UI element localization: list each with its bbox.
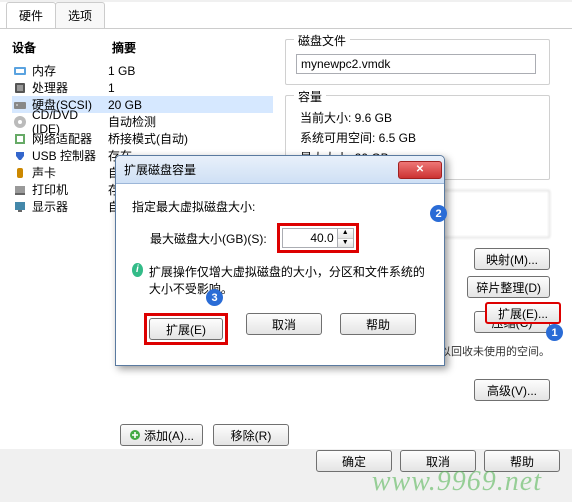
device-icon xyxy=(12,114,28,130)
badge-1: 1 xyxy=(546,324,563,341)
add-hw-button[interactable]: 添加(A)... xyxy=(120,424,203,446)
dialog-cancel-button[interactable]: 取消 xyxy=(246,313,322,335)
diskfile-title: 磁盘文件 xyxy=(294,32,350,49)
device-summary: 1 GB xyxy=(108,64,135,78)
extend-dialog: 扩展磁盘容量 ✕ 指定最大虚拟磁盘大小: 最大磁盘大小(GB)(S): ▲▼ i… xyxy=(115,155,445,366)
dialog-spec-label: 指定最大虚拟磁盘大小: xyxy=(132,198,428,215)
dialog-info-text: 扩展操作仅增大虚拟磁盘的大小，分区和文件系统的大小不受影响。 xyxy=(149,263,428,297)
device-name: 网络适配器 xyxy=(32,130,92,147)
device-icon xyxy=(12,148,28,164)
capacity-free: 系统可用空间: 6.5 GB xyxy=(300,129,535,146)
device-icon xyxy=(12,63,28,79)
device-name: 打印机 xyxy=(32,181,68,198)
defrag-button[interactable]: 碎片整理(D) xyxy=(467,276,550,298)
size-spinner[interactable]: ▲▼ xyxy=(338,228,354,248)
add-icon xyxy=(129,429,141,441)
diskfile-group: 磁盘文件 xyxy=(285,39,550,85)
col-summary: 摘要 xyxy=(112,39,136,56)
tab-bar: 硬件 选项 xyxy=(0,2,572,29)
hw-add-remove: 添加(A)... 移除(R) xyxy=(120,424,289,446)
device-row[interactable]: 网络适配器桥接模式(自动) xyxy=(12,130,273,147)
device-icon xyxy=(12,165,28,181)
capacity-current: 当前大小: 9.6 GB xyxy=(300,109,535,126)
size-input-highlight: ▲▼ xyxy=(277,223,359,253)
device-name: 声卡 xyxy=(32,164,56,181)
device-icon xyxy=(12,131,28,147)
device-summary: 20 GB xyxy=(108,98,142,112)
device-icon xyxy=(12,80,28,96)
dialog-titlebar[interactable]: 扩展磁盘容量 ✕ xyxy=(116,156,444,184)
extend-btn-highlight: 扩展(E) xyxy=(144,313,228,345)
extend-button[interactable]: 扩展(E)... xyxy=(485,302,561,324)
size-input[interactable] xyxy=(282,228,338,248)
dialog-title: 扩展磁盘容量 xyxy=(124,161,398,178)
close-icon[interactable]: ✕ xyxy=(398,161,442,179)
dialog-help-button[interactable]: 帮助 xyxy=(340,313,416,335)
device-row[interactable]: 处理器 1 xyxy=(12,79,273,96)
badge-2: 2 xyxy=(430,205,447,222)
badge-3: 3 xyxy=(206,289,223,306)
advanced-button[interactable]: 高级(V)... xyxy=(474,379,550,401)
device-summary: 桥接模式(自动) xyxy=(108,130,188,147)
remove-hw-button[interactable]: 移除(R) xyxy=(213,424,289,446)
device-summary: 自动检测 xyxy=(108,113,156,130)
device-row[interactable]: CD/DVD (IDE)自动检测 xyxy=(12,113,273,130)
diskfile-input[interactable] xyxy=(296,54,536,74)
device-row[interactable]: 内存 1 GB xyxy=(12,62,273,79)
device-summary: 1 xyxy=(108,81,115,95)
device-name: 显示器 xyxy=(32,198,68,215)
watermark: www.9969.net xyxy=(372,466,542,498)
add-hw-label: 添加(A)... xyxy=(144,427,194,444)
info-icon: i xyxy=(132,263,143,277)
col-device: 设备 xyxy=(12,39,112,56)
dialog-size-label: 最大磁盘大小(GB)(S): xyxy=(150,230,267,247)
device-name: USB 控制器 xyxy=(32,147,96,164)
device-name: 内存 xyxy=(32,62,56,79)
tab-options[interactable]: 选项 xyxy=(55,2,105,28)
device-name: 处理器 xyxy=(32,79,68,96)
capacity-title: 容量 xyxy=(294,88,326,105)
tab-hardware[interactable]: 硬件 xyxy=(6,2,56,28)
dialog-extend-button[interactable]: 扩展(E) xyxy=(149,318,223,340)
device-icon xyxy=(12,199,28,215)
map-button[interactable]: 映射(M)... xyxy=(474,248,550,270)
device-icon xyxy=(12,182,28,198)
